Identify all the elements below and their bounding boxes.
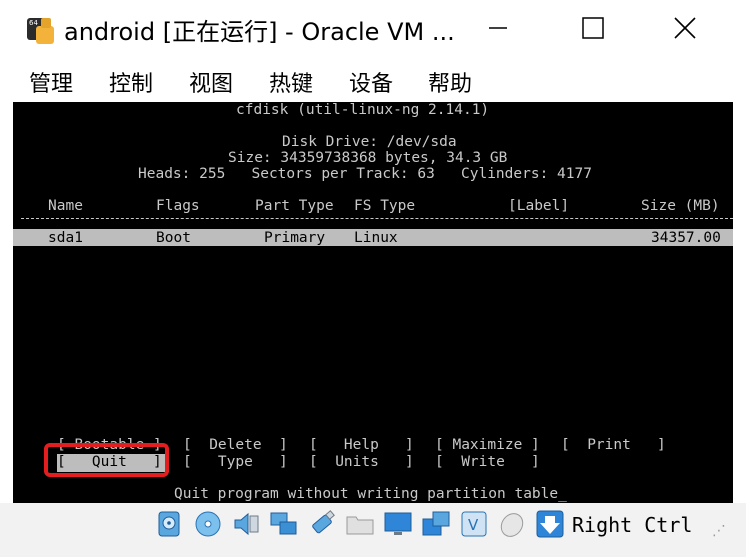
usb-icon[interactable] (307, 509, 337, 539)
header-divider (21, 218, 733, 220)
audio-icon[interactable] (231, 509, 261, 539)
menu-devices[interactable]: 设备 (349, 66, 393, 98)
maximize-button[interactable] (573, 8, 613, 48)
write-command[interactable]: [ Write ] (435, 454, 540, 470)
menu-view[interactable]: 视图 (189, 66, 233, 98)
menu-help[interactable]: 帮助 (428, 66, 472, 98)
mouse-integration-icon[interactable] (497, 509, 527, 539)
optical-drive-icon[interactable] (193, 509, 223, 539)
minimize-icon (489, 27, 507, 29)
menu-hotkeys[interactable]: 热键 (269, 66, 313, 98)
partition-part-type: Primary (264, 230, 326, 246)
window-title: android [正在运行] - Oracle VM ... (64, 18, 455, 46)
menu-control[interactable]: 控制 (109, 66, 153, 98)
column-header-fs-type: FS Type (354, 198, 416, 214)
partition-size: 34357.00 (651, 230, 721, 246)
video-capture-icon[interactable] (421, 509, 451, 539)
virtualization-icon[interactable]: V (459, 509, 489, 539)
network-icon[interactable] (269, 509, 299, 539)
type-command[interactable]: [ Type ] (183, 454, 288, 470)
disk-geometry-line: Heads: 255 Sectors per Track: 63 Cylinde… (138, 166, 592, 182)
host-key-arrow-icon[interactable] (535, 509, 565, 539)
column-header-name: Name (48, 198, 83, 214)
column-header-size: Size (MB) (641, 198, 720, 214)
status-bar: V Right Ctrl ⋰ (0, 503, 746, 557)
close-button[interactable] (665, 8, 705, 48)
menu-bar: 管理 控制 视图 热键 设备 帮助 (0, 58, 746, 102)
delete-command[interactable]: [ Delete ] (183, 437, 288, 453)
title-bar: 64 android [正在运行] - Oracle VM ... (0, 0, 746, 58)
partition-flags: Boot (156, 230, 191, 246)
column-header-label: [Label] (508, 198, 570, 214)
hard-disk-icon[interactable] (154, 509, 184, 539)
column-header-flags: Flags (156, 198, 200, 214)
close-icon (674, 17, 696, 39)
virtualbox-64-icon: 64 (27, 18, 54, 44)
maximize-icon (582, 17, 604, 39)
help-command[interactable]: [ Help ] (309, 437, 414, 453)
svg-text:V: V (468, 516, 479, 534)
partition-name: sda1 (48, 230, 83, 246)
partition-fs-type: Linux (354, 230, 398, 246)
host-key-label: Right Ctrl (572, 513, 693, 537)
svg-text:64: 64 (29, 19, 38, 27)
menu-manage[interactable]: 管理 (29, 66, 73, 98)
status-message: Quit program without writing partition t… (174, 486, 567, 502)
units-command[interactable]: [ Units ] (309, 454, 414, 470)
partition-row[interactable]: sda1 Boot Primary Linux 34357.00 (13, 229, 733, 246)
quit-annotation-box (44, 443, 169, 477)
display-icon[interactable] (383, 509, 413, 539)
minimize-button[interactable] (478, 8, 518, 48)
disk-drive-line: Disk Drive: /dev/sda (282, 134, 457, 150)
disk-size-line: Size: 34359738368 bytes, 34.3 GB (228, 150, 508, 166)
maximize-command[interactable]: [ Maximize ] (435, 437, 540, 453)
cfdisk-header: cfdisk (util-linux-ng 2.14.1) (236, 102, 490, 118)
column-header-part-type: Part Type (255, 198, 334, 214)
shared-folder-icon[interactable] (345, 509, 375, 539)
print-command[interactable]: [ Print ] (561, 437, 666, 453)
resize-grip-icon[interactable]: ⋰ (712, 523, 726, 539)
